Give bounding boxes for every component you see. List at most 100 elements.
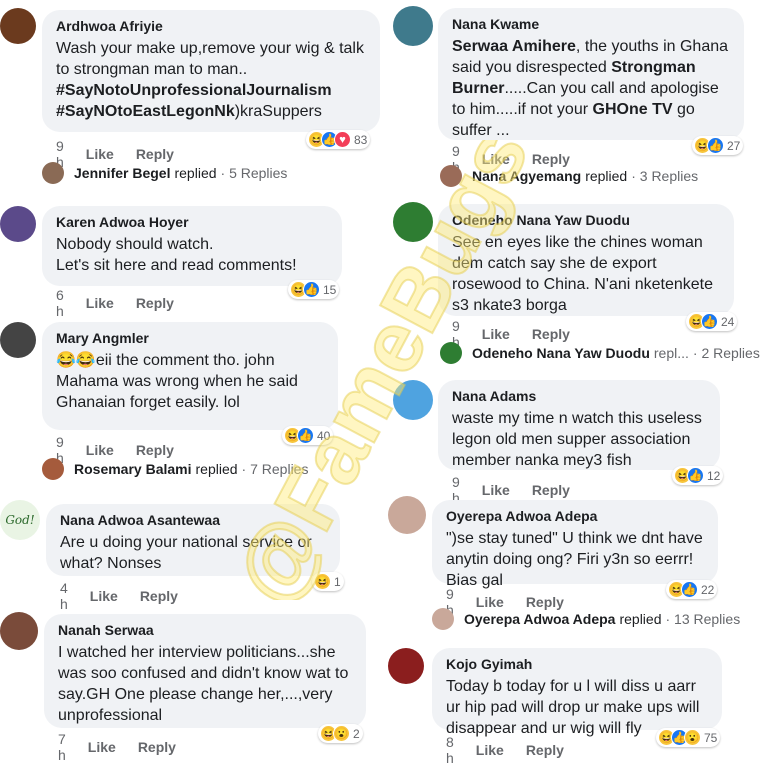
reply-count: · 7 Replies [241,461,309,477]
like-button[interactable]: Like [482,482,510,498]
avatar[interactable] [0,206,36,242]
timestamp[interactable]: 6 h [56,287,64,319]
reaction-summary[interactable]: 😆 👍 22 [666,580,718,599]
reaction-count: 2 [353,726,360,741]
reaction-summary[interactable]: 😆 👍 ♥ 83 [306,130,371,149]
like-button[interactable]: Like [88,739,116,755]
reaction-count: 40 [317,428,331,443]
avatar[interactable] [0,612,38,650]
like-button[interactable]: Like [476,742,504,758]
commenter-name[interactable]: Nana Adwoa Asantewaa [60,512,326,528]
reaction-summary[interactable]: 😆 1 [312,572,344,591]
timestamp[interactable]: 8 h [446,734,454,766]
like-button[interactable]: Like [86,146,114,162]
reply-button[interactable]: Reply [532,326,570,342]
laughing-emoji: 😂😂 [56,352,96,369]
like-icon: 👍 [303,281,320,298]
comment-actions: 6 h Like Reply [56,287,174,319]
comment-actions: 4 h Like Reply [60,580,178,612]
like-button[interactable]: Like [86,295,114,311]
comment-actions: 7 h Like Reply [58,731,176,763]
commenter-name[interactable]: Ardhwoa Afriyie [56,18,366,34]
comment-bubble: Ardhwoa Afriyie Wash your make up,remove… [42,10,380,132]
commenter-name[interactable]: Oyerepa Adwoa Adepa [446,508,704,524]
commenter-name[interactable]: Mary Angmler [56,330,324,346]
timestamp[interactable]: 7 h [58,731,66,763]
wow-icon: 😮 [684,729,701,746]
commenter-name[interactable]: Nana Kwame [452,16,730,32]
reaction-count: 1 [334,574,341,589]
avatar[interactable] [393,6,433,46]
like-button[interactable]: Like [86,442,114,458]
commenter-name[interactable]: Odeneho Nana Yaw Duodu [452,212,720,228]
avatar[interactable] [393,380,433,420]
replier-name: Oyerepa Adwoa Adepa [464,611,616,627]
reaction-summary[interactable]: 😆 👍 27 [692,136,744,155]
avatar[interactable] [0,322,36,358]
comment-bubble: Nana Adwoa Asantewaa Are u doing your na… [46,504,340,576]
comment-bubble: Odeneho Nana Yaw Duodu See en eyes like … [438,204,734,316]
comment-text: Wash your make up,remove your wig & talk… [56,40,364,120]
reply-button[interactable]: Reply [138,739,176,755]
avatar[interactable] [388,648,424,684]
like-icon: 👍 [701,313,718,330]
avatar[interactable] [393,202,433,242]
comment-text: 😂😂eii the comment tho. john Mahama was w… [56,352,298,411]
reply-button[interactable]: Reply [136,146,174,162]
like-button[interactable]: Like [482,326,510,342]
reaction-summary[interactable]: 😆 👍 24 [686,312,738,331]
avatar [42,458,64,480]
commenter-name[interactable]: Karen Adwoa Hoyer [56,214,328,230]
view-replies[interactable]: Rosemary Balami replied · 7 Replies [42,458,308,480]
avatar [432,608,454,630]
reaction-summary[interactable]: 😆 👍 40 [282,426,334,445]
commenter-name[interactable]: Nanah Serwaa [58,622,352,638]
replier-name: Odeneho Nana Yaw Duodu [472,345,650,361]
reaction-summary[interactable]: 😆 👍 😮 75 [656,728,721,747]
like-icon: 👍 [681,581,698,598]
timestamp[interactable]: 4 h [60,580,68,612]
avatar [42,162,64,184]
hashtag[interactable]: #SayNotoUnprofessionalJournalism [56,82,332,99]
comment-bubble: Mary Angmler 😂😂eii the comment tho. john… [42,322,338,430]
comment-bubble: Karen Adwoa Hoyer Nobody should watch. L… [42,206,342,286]
replier-name: Nana Agyemang [472,168,582,184]
hashtag[interactable]: #SayNOtoEastLegonNk [56,103,235,120]
reply-button[interactable]: Reply [136,295,174,311]
reaction-count: 75 [704,730,718,745]
reaction-count: 15 [323,282,337,297]
reaction-count: 27 [727,138,741,153]
comment-text: ")se stay tuned" U think we dnt have any… [446,530,703,589]
commenter-name[interactable]: Nana Adams [452,388,706,404]
avatar[interactable] [0,8,36,44]
comment-bubble: Oyerepa Adwoa Adepa ")se stay tuned" U t… [432,500,718,589]
commenter-name[interactable]: Kojo Gyimah [446,656,708,672]
comment-text: Nobody should watch. Let's sit here and … [56,236,297,274]
replier-name: Jennifer Begel [74,165,171,181]
view-replies[interactable]: Jennifer Begel replied · 5 Replies [42,162,287,184]
avatar[interactable]: God! [0,500,40,540]
view-replies[interactable]: Oyerepa Adwoa Adepa replied · 13 Replies [432,608,740,630]
comment-text: Serwaa Amihere, the youths in Ghana said… [452,38,729,139]
reply-button[interactable]: Reply [136,442,174,458]
mention[interactable]: GHOne TV [593,101,673,118]
reaction-summary[interactable]: 😆 😮 2 [318,724,363,743]
avatar [440,165,462,187]
mention[interactable]: Serwaa Amihere [452,38,576,55]
reply-button[interactable]: Reply [140,588,178,604]
avatar[interactable] [388,496,426,534]
view-replies[interactable]: Odeneho Nana Yaw Duodu repl... · 2 Repli… [440,342,760,364]
view-replies[interactable]: Nana Agyemang replied · 3 Replies [440,165,698,187]
reaction-summary[interactable]: 😆 👍 15 [288,280,340,299]
avatar [440,342,462,364]
reply-button[interactable]: Reply [526,742,564,758]
heart-icon: ♥ [334,131,351,148]
reply-count: · 3 Replies [631,168,699,184]
like-icon: 👍 [707,137,724,154]
reaction-summary[interactable]: 😆 👍 12 [672,466,724,485]
reply-button[interactable]: Reply [532,482,570,498]
like-button[interactable]: Like [90,588,118,604]
comment-actions: 8 h Like Reply [446,734,564,766]
like-icon: 👍 [297,427,314,444]
comment-bubble: Nana Kwame Serwaa Amihere, the youths in… [438,8,744,140]
